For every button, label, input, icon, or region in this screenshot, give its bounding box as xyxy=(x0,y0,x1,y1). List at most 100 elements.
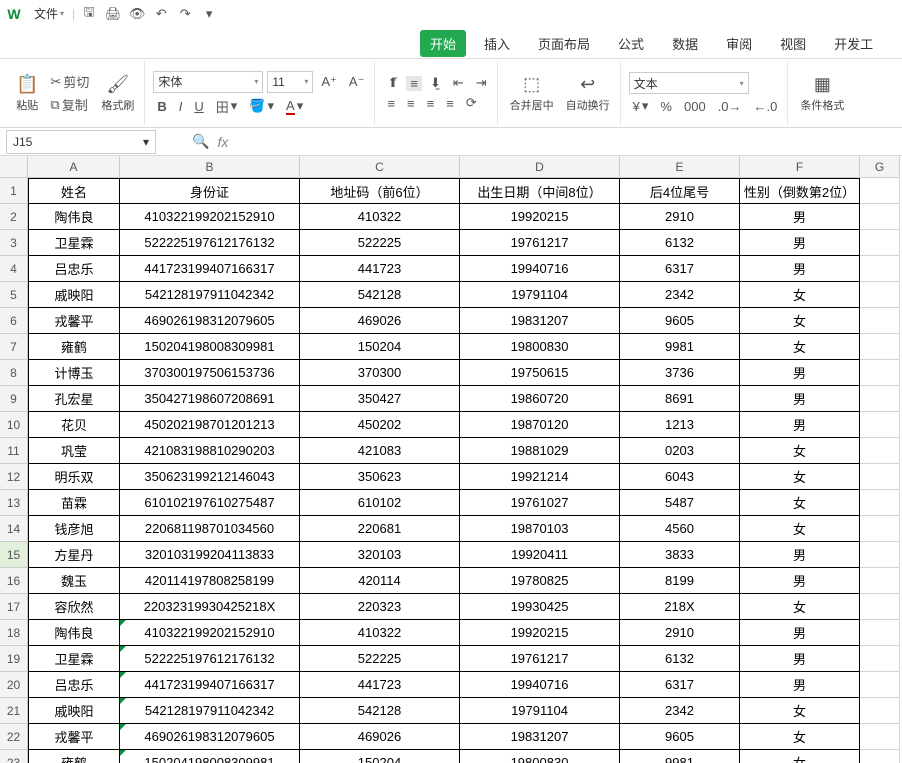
row-header[interactable]: 14 xyxy=(0,516,28,542)
col-header[interactable]: B xyxy=(120,156,300,178)
data-cell[interactable]: 男 xyxy=(740,230,860,256)
data-cell[interactable]: 女 xyxy=(740,698,860,724)
data-cell[interactable]: 350427 xyxy=(300,386,460,412)
data-cell[interactable]: 孔宏星 xyxy=(28,386,120,412)
data-cell[interactable]: 1213 xyxy=(620,412,740,438)
data-cell[interactable]: 3833 xyxy=(620,542,740,568)
italic-button[interactable]: I xyxy=(175,99,187,114)
align-left-icon[interactable]: ≡ xyxy=(383,96,399,111)
empty-cell[interactable] xyxy=(860,594,900,620)
tab-review[interactable]: 审阅 xyxy=(716,30,762,57)
data-cell[interactable]: 350623 xyxy=(300,464,460,490)
data-cell[interactable]: 370300197506153736 xyxy=(120,360,300,386)
data-cell[interactable]: 450202198701201213 xyxy=(120,412,300,438)
row-header[interactable]: 15 xyxy=(0,542,28,568)
empty-cell[interactable] xyxy=(860,256,900,282)
data-cell[interactable]: 441723 xyxy=(300,256,460,282)
thousands-icon[interactable]: 000 xyxy=(680,99,710,114)
empty-cell[interactable] xyxy=(860,568,900,594)
empty-cell[interactable] xyxy=(860,646,900,672)
data-cell[interactable]: 雍鹤 xyxy=(28,334,120,360)
data-cell[interactable]: 雍鹤 xyxy=(28,750,120,763)
col-header[interactable]: A xyxy=(28,156,120,178)
data-cell[interactable]: 542128197911042342 xyxy=(120,698,300,724)
row-header[interactable]: 22 xyxy=(0,724,28,750)
data-cell[interactable]: 吕忠乐 xyxy=(28,256,120,282)
tab-pagelayout[interactable]: 页面布局 xyxy=(528,30,600,57)
tab-developer[interactable]: 开发工 xyxy=(824,30,883,57)
row-header[interactable]: 20 xyxy=(0,672,28,698)
header-cell[interactable]: 后4位尾号 xyxy=(620,178,740,204)
col-header[interactable]: C xyxy=(300,156,460,178)
data-cell[interactable]: 2342 xyxy=(620,282,740,308)
data-cell[interactable]: 6132 xyxy=(620,646,740,672)
decrease-decimal-icon[interactable]: ←.0 xyxy=(750,99,782,114)
bold-button[interactable]: B xyxy=(153,99,170,114)
data-cell[interactable]: 花贝 xyxy=(28,412,120,438)
data-cell[interactable]: 150204 xyxy=(300,334,460,360)
data-cell[interactable]: 542128 xyxy=(300,282,460,308)
align-middle-icon[interactable]: ≡ xyxy=(406,76,422,91)
empty-cell[interactable] xyxy=(860,516,900,542)
data-cell[interactable]: 218X xyxy=(620,594,740,620)
data-cell[interactable]: 男 xyxy=(740,620,860,646)
row-header[interactable]: 1 xyxy=(0,178,28,204)
data-cell[interactable]: 320103 xyxy=(300,542,460,568)
auto-wrap-button[interactable]: ↩自动换行 xyxy=(562,72,614,115)
data-cell[interactable]: 19920215 xyxy=(460,204,620,230)
data-cell[interactable]: 410322 xyxy=(300,620,460,646)
paste-button[interactable]: 📋粘贴 xyxy=(12,72,42,115)
row-header[interactable]: 18 xyxy=(0,620,28,646)
empty-cell[interactable] xyxy=(860,490,900,516)
data-cell[interactable]: 0203 xyxy=(620,438,740,464)
row-header[interactable]: 3 xyxy=(0,230,28,256)
number-format-combo[interactable]: 文本▾ xyxy=(629,72,749,94)
data-cell[interactable]: 魏玉 xyxy=(28,568,120,594)
data-cell[interactable]: 19831207 xyxy=(460,308,620,334)
data-cell[interactable]: 320103199204113833 xyxy=(120,542,300,568)
row-header[interactable]: 23 xyxy=(0,750,28,763)
data-cell[interactable]: 6043 xyxy=(620,464,740,490)
data-cell[interactable]: 410322199202152910 xyxy=(120,204,300,230)
empty-cell[interactable] xyxy=(860,672,900,698)
row-header[interactable]: 11 xyxy=(0,438,28,464)
empty-cell[interactable] xyxy=(860,178,900,204)
tab-formulas[interactable]: 公式 xyxy=(608,30,654,57)
data-cell[interactable]: 8199 xyxy=(620,568,740,594)
row-header[interactable]: 16 xyxy=(0,568,28,594)
empty-cell[interactable] xyxy=(860,750,900,763)
data-cell[interactable]: 明乐双 xyxy=(28,464,120,490)
empty-cell[interactable] xyxy=(860,204,900,230)
data-cell[interactable]: 卫星霖 xyxy=(28,646,120,672)
data-cell[interactable]: 420114 xyxy=(300,568,460,594)
empty-cell[interactable] xyxy=(860,698,900,724)
decrease-font-icon[interactable]: A⁻ xyxy=(345,74,369,90)
data-cell[interactable]: 3736 xyxy=(620,360,740,386)
conditional-format-button[interactable]: ▦条件格式 xyxy=(796,72,848,115)
data-cell[interactable]: 522225197612176132 xyxy=(120,646,300,672)
indent-increase-icon[interactable]: ⇥ xyxy=(472,75,491,91)
grid[interactable]: A B C D E F G 12345678910111213141516171… xyxy=(0,156,902,763)
data-cell[interactable]: 女 xyxy=(740,308,860,334)
data-cell[interactable]: 6132 xyxy=(620,230,740,256)
empty-cell[interactable] xyxy=(860,620,900,646)
header-cell[interactable]: 姓名 xyxy=(28,178,120,204)
empty-cell[interactable] xyxy=(860,282,900,308)
data-cell[interactable]: 350623199212146043 xyxy=(120,464,300,490)
data-cell[interactable]: 女 xyxy=(740,724,860,750)
insert-fn-icon[interactable]: 🔍 xyxy=(192,133,209,150)
data-cell[interactable]: 戎馨平 xyxy=(28,724,120,750)
data-cell[interactable]: 220681198701034560 xyxy=(120,516,300,542)
font-size-combo[interactable]: 11▾ xyxy=(267,71,313,93)
row-header[interactable]: 7 xyxy=(0,334,28,360)
empty-cell[interactable] xyxy=(860,230,900,256)
print-preview-icon[interactable]: 👁 xyxy=(125,0,149,28)
data-cell[interactable]: 男 xyxy=(740,204,860,230)
data-cell[interactable]: 421083198810290203 xyxy=(120,438,300,464)
data-cell[interactable]: 441723199407166317 xyxy=(120,672,300,698)
fx-icon[interactable]: fx xyxy=(217,134,228,150)
chevron-down-icon[interactable]: ▾ xyxy=(143,135,149,149)
data-cell[interactable]: 女 xyxy=(740,750,860,763)
align-top-icon[interactable]: ⬆̄ xyxy=(383,75,402,91)
data-cell[interactable]: 19870120 xyxy=(460,412,620,438)
